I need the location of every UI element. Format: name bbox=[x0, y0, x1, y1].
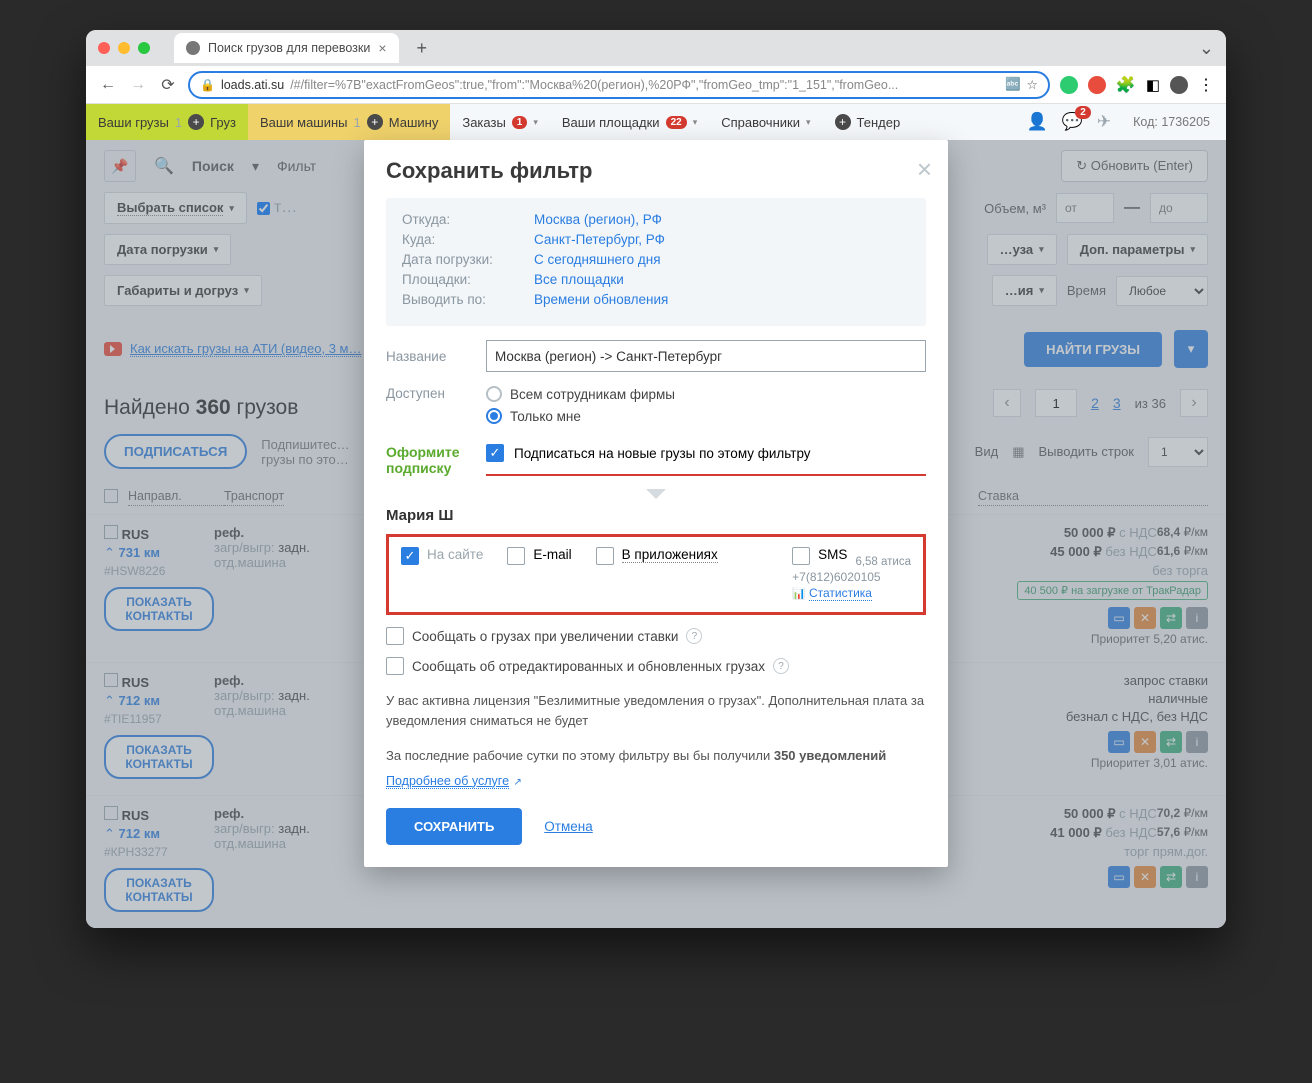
cancel-link[interactable]: Отмена bbox=[544, 819, 592, 834]
opt-edited-checkbox[interactable]: Сообщать об отредактированных и обновлен… bbox=[386, 657, 926, 675]
filter-name-input[interactable] bbox=[486, 340, 926, 372]
browser-menu-icon[interactable]: ⋮ bbox=[1198, 75, 1214, 95]
sms-price: 6,58 атиса bbox=[855, 556, 911, 568]
subscribe-heading: Оформитеподписку bbox=[386, 444, 486, 476]
add-truck-plus-icon[interactable]: + bbox=[367, 114, 383, 130]
channel-site[interactable]: ✓На сайте bbox=[401, 547, 483, 565]
refs-label[interactable]: Справочники bbox=[721, 115, 800, 130]
comments-icon[interactable]: 💬 2 bbox=[1062, 112, 1083, 132]
star-icon[interactable]: ☆ bbox=[1027, 77, 1038, 92]
profile-avatar[interactable] bbox=[1170, 76, 1188, 94]
available-label: Доступен bbox=[386, 386, 486, 401]
person-name: Мария Ш bbox=[386, 507, 926, 524]
orders-badge: 1 bbox=[512, 116, 528, 129]
sms-phone: +7(812)6020105 bbox=[792, 570, 880, 584]
window-minimize[interactable] bbox=[118, 42, 130, 54]
pointer-icon bbox=[646, 489, 666, 499]
your-cargo-label[interactable]: Ваши грузы bbox=[98, 115, 169, 130]
channel-app[interactable]: В приложениях bbox=[596, 547, 718, 565]
your-cargo-count: 1 bbox=[175, 115, 182, 130]
window-close[interactable] bbox=[98, 42, 110, 54]
contact-icon[interactable]: 👤 bbox=[1027, 112, 1048, 132]
stats-link[interactable]: 📊 Статистика bbox=[792, 584, 872, 602]
tab-title: Поиск грузов для перевозки bbox=[208, 41, 370, 55]
platforms-label[interactable]: Ваши площадки bbox=[562, 115, 660, 130]
url-field[interactable]: 🔒 loads.ati.su /#/filter=%7B"exactFromGe… bbox=[188, 71, 1050, 99]
platforms-badge: 22 bbox=[666, 116, 687, 129]
tabs-menu-icon[interactable]: ⌄ bbox=[1199, 38, 1214, 59]
filter-summary: Откуда:Москва (регион), РФ Куда:Санкт-Пе… bbox=[386, 198, 926, 326]
subscribe-checkbox[interactable]: ✓ bbox=[486, 444, 504, 462]
code-value: 1736205 bbox=[1161, 115, 1210, 129]
opt-raise-checkbox[interactable]: Сообщать о грузах при увеличении ставки? bbox=[386, 627, 926, 645]
avail-me-radio[interactable]: Только мне bbox=[486, 408, 675, 424]
orders-label[interactable]: Заказы bbox=[462, 115, 505, 130]
nav-back-icon[interactable]: ← bbox=[98, 76, 118, 94]
new-tab-button[interactable]: + bbox=[417, 38, 428, 59]
url-path: /#/filter=%7B"exactFromGeos":true,"from"… bbox=[290, 78, 898, 92]
add-cargo-label[interactable]: Груз bbox=[210, 115, 236, 130]
close-icon[interactable]: × bbox=[917, 154, 932, 185]
window-zoom[interactable] bbox=[138, 42, 150, 54]
send-icon[interactable]: ✈ bbox=[1097, 112, 1111, 132]
tender-label[interactable]: Тендер bbox=[857, 115, 901, 130]
save-button[interactable]: СОХРАНИТЬ bbox=[386, 808, 522, 845]
extension-icon[interactable] bbox=[1088, 76, 1106, 94]
save-filter-modal: × Сохранить фильтр Откуда:Москва (регион… bbox=[364, 140, 948, 867]
help-icon[interactable]: ? bbox=[686, 628, 702, 644]
comments-badge: 2 bbox=[1075, 106, 1091, 119]
add-cargo-plus-icon[interactable]: + bbox=[188, 114, 204, 130]
channel-sms[interactable]: SMS bbox=[792, 547, 847, 565]
modal-title: Сохранить фильтр bbox=[386, 158, 926, 184]
more-link[interactable]: Подробнее об услуге bbox=[386, 774, 509, 789]
url-host: loads.ati.su bbox=[221, 78, 284, 92]
license-info: У вас активна лицензия "Безлимитные увед… bbox=[386, 691, 926, 730]
avail-all-radio[interactable]: Всем сотрудникам фирмы bbox=[486, 386, 675, 402]
app-topbar: Ваши грузы 1 + Груз Ваши машины 1 + Маши… bbox=[86, 104, 1226, 140]
sidepanel-icon[interactable]: ◧ bbox=[1146, 76, 1160, 94]
subscribe-label: Подписаться на новые грузы по этому филь… bbox=[514, 446, 811, 461]
lock-icon: 🔒 bbox=[200, 78, 215, 92]
notification-channels-box: ✓На сайте E-mail В приложениях SMS 6,58 … bbox=[386, 534, 926, 615]
nav-reload-icon[interactable]: ⟳ bbox=[158, 75, 178, 95]
code-label: Код: bbox=[1133, 115, 1158, 129]
add-truck-label[interactable]: Машину bbox=[389, 115, 439, 130]
nav-forward-icon[interactable]: → bbox=[128, 76, 148, 94]
window-titlebar: Поиск грузов для перевозки × + ⌄ bbox=[86, 30, 1226, 66]
add-tender-plus-icon[interactable]: + bbox=[835, 114, 851, 130]
name-label: Название bbox=[386, 349, 486, 364]
channel-email[interactable]: E-mail bbox=[507, 547, 571, 565]
close-tab-icon[interactable]: × bbox=[378, 40, 386, 56]
your-trucks-count: 1 bbox=[354, 115, 361, 130]
browser-tab[interactable]: Поиск грузов для перевозки × bbox=[174, 33, 399, 63]
your-trucks-label[interactable]: Ваши машины bbox=[260, 115, 348, 130]
address-bar: ← → ⟳ 🔒 loads.ati.su /#/filter=%7B"exact… bbox=[86, 66, 1226, 104]
translate-icon[interactable]: 🔤 bbox=[1005, 77, 1021, 92]
extensions-icon[interactable]: 🧩 bbox=[1116, 75, 1136, 95]
extension-icon[interactable] bbox=[1060, 76, 1078, 94]
favicon bbox=[186, 41, 200, 55]
help-icon[interactable]: ? bbox=[773, 658, 789, 674]
